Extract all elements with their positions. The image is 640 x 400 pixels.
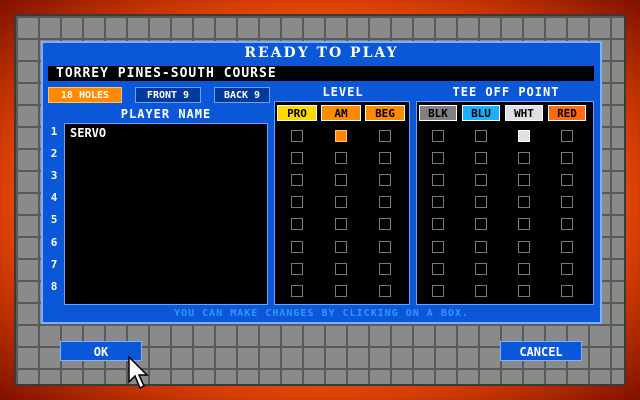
tee-checkbox[interactable] — [561, 152, 573, 165]
tee-checkbox[interactable] — [475, 174, 487, 187]
tee-checkbox[interactable] — [475, 284, 487, 297]
level-checkbox[interactable] — [379, 218, 391, 231]
tee-checkbox[interactable] — [518, 240, 530, 253]
tee-checkbox[interactable] — [432, 262, 444, 275]
level-checkbox[interactable] — [335, 174, 347, 187]
tee-checkbox[interactable] — [432, 218, 444, 231]
level-checkbox[interactable] — [335, 262, 347, 275]
tee-checkbox[interactable] — [432, 174, 444, 187]
course-name: TORREY PINES-SOUTH COURSE — [48, 66, 594, 81]
level-checkbox[interactable] — [335, 218, 347, 231]
player-row-number: 4 — [50, 191, 58, 205]
level-checkbox[interactable] — [291, 196, 303, 209]
tee-checkbox[interactable] — [518, 130, 530, 142]
tee-checkbox[interactable] — [432, 152, 444, 165]
tee-checkbox[interactable] — [475, 196, 487, 209]
level-checkbox[interactable] — [379, 130, 391, 142]
level-checkbox[interactable] — [379, 240, 391, 253]
tee-checkbox[interactable] — [518, 152, 530, 165]
level-checkbox[interactable] — [379, 196, 391, 209]
level-checkbox[interactable] — [291, 284, 303, 297]
tee-checkbox[interactable] — [518, 196, 530, 209]
player-row-number: 5 — [50, 213, 58, 227]
player-name-entry[interactable]: SERVO — [70, 126, 106, 140]
tee-checkbox[interactable] — [561, 130, 573, 142]
tee-off-point-label: TEE OFF POINT — [452, 85, 560, 99]
ready-to-play-dialog: READY TO PLAY TORREY PINES-SOUTH COURSE … — [41, 41, 602, 324]
holes-back9-button[interactable]: BACK 9 — [214, 87, 270, 103]
tee-checkbox[interactable] — [561, 240, 573, 253]
level-checkbox[interactable] — [335, 196, 347, 209]
level-checkbox[interactable] — [291, 152, 303, 165]
level-checkbox[interactable] — [379, 284, 391, 297]
tee-checkbox[interactable] — [561, 262, 573, 275]
tee-checkbox[interactable] — [518, 284, 530, 297]
tee-checkbox[interactable] — [432, 284, 444, 297]
level-checkbox[interactable] — [379, 174, 391, 187]
tee-checkbox[interactable] — [432, 130, 444, 142]
tee-checkbox[interactable] — [475, 240, 487, 253]
level-checkbox[interactable] — [291, 240, 303, 253]
mouse-pointer-icon — [128, 356, 149, 390]
level-column-pro[interactable]: PRO — [277, 105, 317, 121]
tee-panel: BLK BLU WHT RED — [416, 101, 594, 305]
tee-checkbox[interactable] — [518, 262, 530, 275]
level-column-am[interactable]: AM — [321, 105, 361, 121]
tee-checkbox[interactable] — [475, 152, 487, 165]
tee-column-blu[interactable]: BLU — [462, 105, 500, 121]
level-label: LEVEL — [322, 85, 364, 99]
level-checkbox[interactable] — [335, 130, 347, 142]
dialog-title: READY TO PLAY — [244, 45, 399, 61]
tee-checkbox[interactable] — [432, 196, 444, 209]
tee-checkbox[interactable] — [561, 196, 573, 209]
tee-checkbox[interactable] — [561, 284, 573, 297]
player-name-box[interactable]: SERVO — [64, 123, 268, 305]
player-row-number: 1 — [50, 125, 58, 138]
level-checkbox[interactable] — [335, 240, 347, 253]
holes-front9-button[interactable]: FRONT 9 — [135, 87, 201, 103]
tee-checkbox[interactable] — [561, 218, 573, 231]
level-column-beg[interactable]: BEG — [365, 105, 405, 121]
player-row-number: 2 — [50, 147, 58, 161]
level-checkbox[interactable] — [335, 284, 347, 297]
holes-18-button[interactable]: 18 HOLES — [48, 87, 122, 103]
tee-column-blk[interactable]: BLK — [419, 105, 457, 121]
player-row-number: 8 — [50, 279, 58, 293]
player-row-number: 6 — [50, 235, 58, 249]
tee-checkbox[interactable] — [475, 262, 487, 275]
player-name-label: PLAYER NAME — [120, 107, 212, 121]
tee-column-red[interactable]: RED — [548, 105, 586, 121]
level-checkbox[interactable] — [291, 130, 303, 142]
cancel-button[interactable]: CANCEL — [500, 341, 582, 361]
level-checkbox[interactable] — [291, 262, 303, 275]
player-row-number: 3 — [50, 169, 58, 183]
hint-text: YOU CAN MAKE CHANGES BY CLICKING ON A BO… — [174, 308, 469, 319]
level-checkbox[interactable] — [291, 218, 303, 231]
level-checkbox[interactable] — [379, 152, 391, 165]
tee-column-wht[interactable]: WHT — [505, 105, 543, 121]
tee-checkbox[interactable] — [561, 174, 573, 187]
tee-checkbox[interactable] — [518, 218, 530, 231]
level-checkbox[interactable] — [291, 174, 303, 187]
player-row-number: 7 — [50, 257, 58, 271]
tee-checkbox[interactable] — [475, 218, 487, 231]
tee-checkbox[interactable] — [432, 240, 444, 253]
tee-checkbox[interactable] — [518, 174, 530, 187]
level-checkbox[interactable] — [335, 152, 347, 165]
level-checkbox[interactable] — [379, 262, 391, 275]
level-panel: PRO AM BEG — [274, 101, 410, 305]
tee-checkbox[interactable] — [475, 130, 487, 142]
